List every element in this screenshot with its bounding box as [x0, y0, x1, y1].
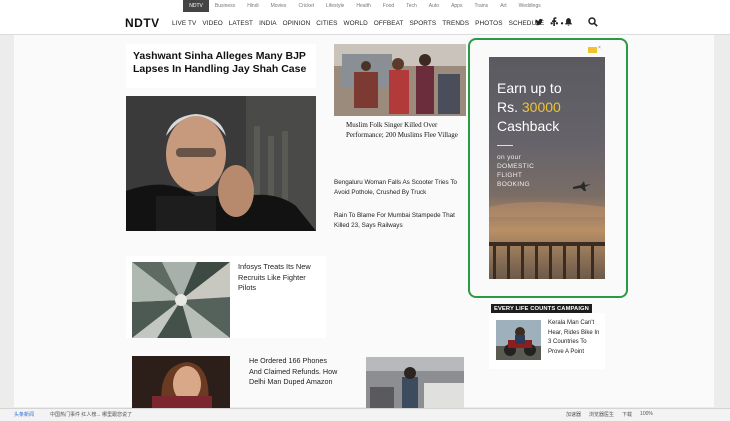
ad-headline-line2: Rs. 30000: [497, 98, 561, 116]
nav-link-opinion[interactable]: OPINION: [283, 20, 311, 27]
ad-cashback-amount: 30000: [521, 99, 561, 115]
network-link-business[interactable]: Business: [209, 0, 241, 12]
ad-headline-line1: Earn up to: [497, 80, 562, 96]
site-logo[interactable]: NDTV: [125, 16, 160, 30]
ad-subtext-line: BOOKING: [497, 181, 530, 188]
story-image[interactable]: [366, 357, 464, 408]
network-link-art[interactable]: Art: [494, 0, 512, 12]
lead-story-image[interactable]: [126, 96, 316, 231]
nav-link-trends[interactable]: TRENDS: [442, 20, 469, 27]
network-link-health[interactable]: Health: [350, 0, 376, 12]
status-tools: 加速器 浏览器医生 下载 100%: [566, 411, 653, 418]
status-ticker[interactable]: 中国热门事件 红人榜... 哪里跟您说了: [50, 411, 132, 418]
network-link-weddings[interactable]: Weddings: [513, 0, 547, 12]
ad-divider: [497, 145, 513, 146]
network-link-cricket[interactable]: Cricket: [292, 0, 320, 12]
network-link-movies[interactable]: Movies: [265, 0, 293, 12]
notification-icon[interactable]: [565, 17, 572, 26]
nav-link-offbeat[interactable]: OFFBEAT: [374, 20, 404, 27]
story-title[interactable]: He Ordered 166 Phones And Claimed Refund…: [249, 356, 341, 388]
nav-link-latest[interactable]: LATEST: [229, 20, 253, 27]
network-link-auto[interactable]: Auto: [423, 0, 445, 12]
nav-link-video[interactable]: VIDEO: [202, 20, 222, 27]
nav-links: LIVE TV VIDEO LATEST INDIA OPINION CITIE…: [172, 12, 570, 34]
ad-headline-line3: Cashback: [497, 118, 560, 134]
ad-subtext-line: on your: [497, 154, 522, 161]
story-title[interactable]: Infosys Treats Its New Recruits Like Fig…: [238, 262, 322, 294]
nav-link-photos[interactable]: PHOTOS: [475, 20, 502, 27]
story-image[interactable]: [132, 262, 230, 338]
side-story-title[interactable]: Rain To Blame For Mumbai Stampede That K…: [334, 211, 464, 230]
lead-story-headline-card[interactable]: Yashwant Sinha Alleges Many BJP Lapses I…: [126, 44, 316, 88]
network-link-ndtv[interactable]: NDTV: [183, 0, 209, 12]
nav-link-cities[interactable]: CITIES: [316, 20, 337, 27]
network-link-hindi[interactable]: Hindi: [241, 0, 264, 12]
network-link-lifestyle[interactable]: Lifestyle: [320, 0, 350, 12]
nav-link-india[interactable]: INDIA: [259, 20, 277, 27]
ad-subtext-line: DOMESTIC: [497, 163, 535, 170]
status-tool[interactable]: 加速器: [566, 411, 581, 418]
status-news-link[interactable]: 头条新闻: [14, 411, 34, 418]
nav-link-live-tv[interactable]: LIVE TV: [172, 20, 196, 27]
status-tool[interactable]: 下载: [622, 411, 632, 418]
network-link-food[interactable]: Food: [377, 0, 400, 12]
nav-link-world[interactable]: WORLD: [344, 20, 368, 27]
network-link-tech[interactable]: Tech: [400, 0, 423, 12]
story-image[interactable]: [132, 356, 230, 408]
ad-choices-icon[interactable]: [588, 47, 597, 53]
side-story-title[interactable]: Muslim Folk Singer Killed Over Performan…: [346, 121, 461, 140]
twitter-icon[interactable]: [535, 18, 543, 26]
ad-currency: Rs.: [497, 99, 522, 115]
ad-close-icon[interactable]: ×: [598, 45, 601, 51]
search-icon[interactable]: [588, 17, 598, 27]
side-story-image[interactable]: [334, 44, 466, 116]
browser-status-bar: 头条新闻 中国热门事件 红人榜... 哪里跟您说了 加速器 浏览器医生 下载 1…: [0, 408, 730, 421]
status-tool[interactable]: 浏览器医生: [589, 411, 614, 418]
network-link-trains[interactable]: Trains: [468, 0, 494, 12]
campaign-story-image[interactable]: [496, 320, 541, 360]
social-links: [535, 17, 572, 26]
lead-story-headline[interactable]: Yashwant Sinha Alleges Many BJP Lapses I…: [133, 50, 309, 76]
campaign-story-title[interactable]: Kerala Man Can't Hear, Rides Bike In 3 C…: [548, 319, 602, 357]
ad-subtext-line: FLIGHT: [497, 172, 523, 179]
nav-link-sports[interactable]: SPORTS: [410, 20, 437, 27]
zoom-level[interactable]: 100%: [640, 411, 653, 418]
side-story-title[interactable]: Bengaluru Woman Falls As Scooter Tries T…: [334, 178, 464, 197]
cashback-ad[interactable]: Earn up to Rs. 30000 Cashback on your DO…: [489, 57, 605, 279]
main-nav: NDTV LIVE TV VIDEO LATEST INDIA OPINION …: [0, 12, 730, 35]
airplane-icon: [573, 181, 591, 191]
network-link-apps[interactable]: Apps: [445, 0, 468, 12]
ad-subtext: on your DOMESTIC FLIGHT BOOKING: [497, 153, 534, 189]
facebook-icon[interactable]: [551, 17, 557, 26]
